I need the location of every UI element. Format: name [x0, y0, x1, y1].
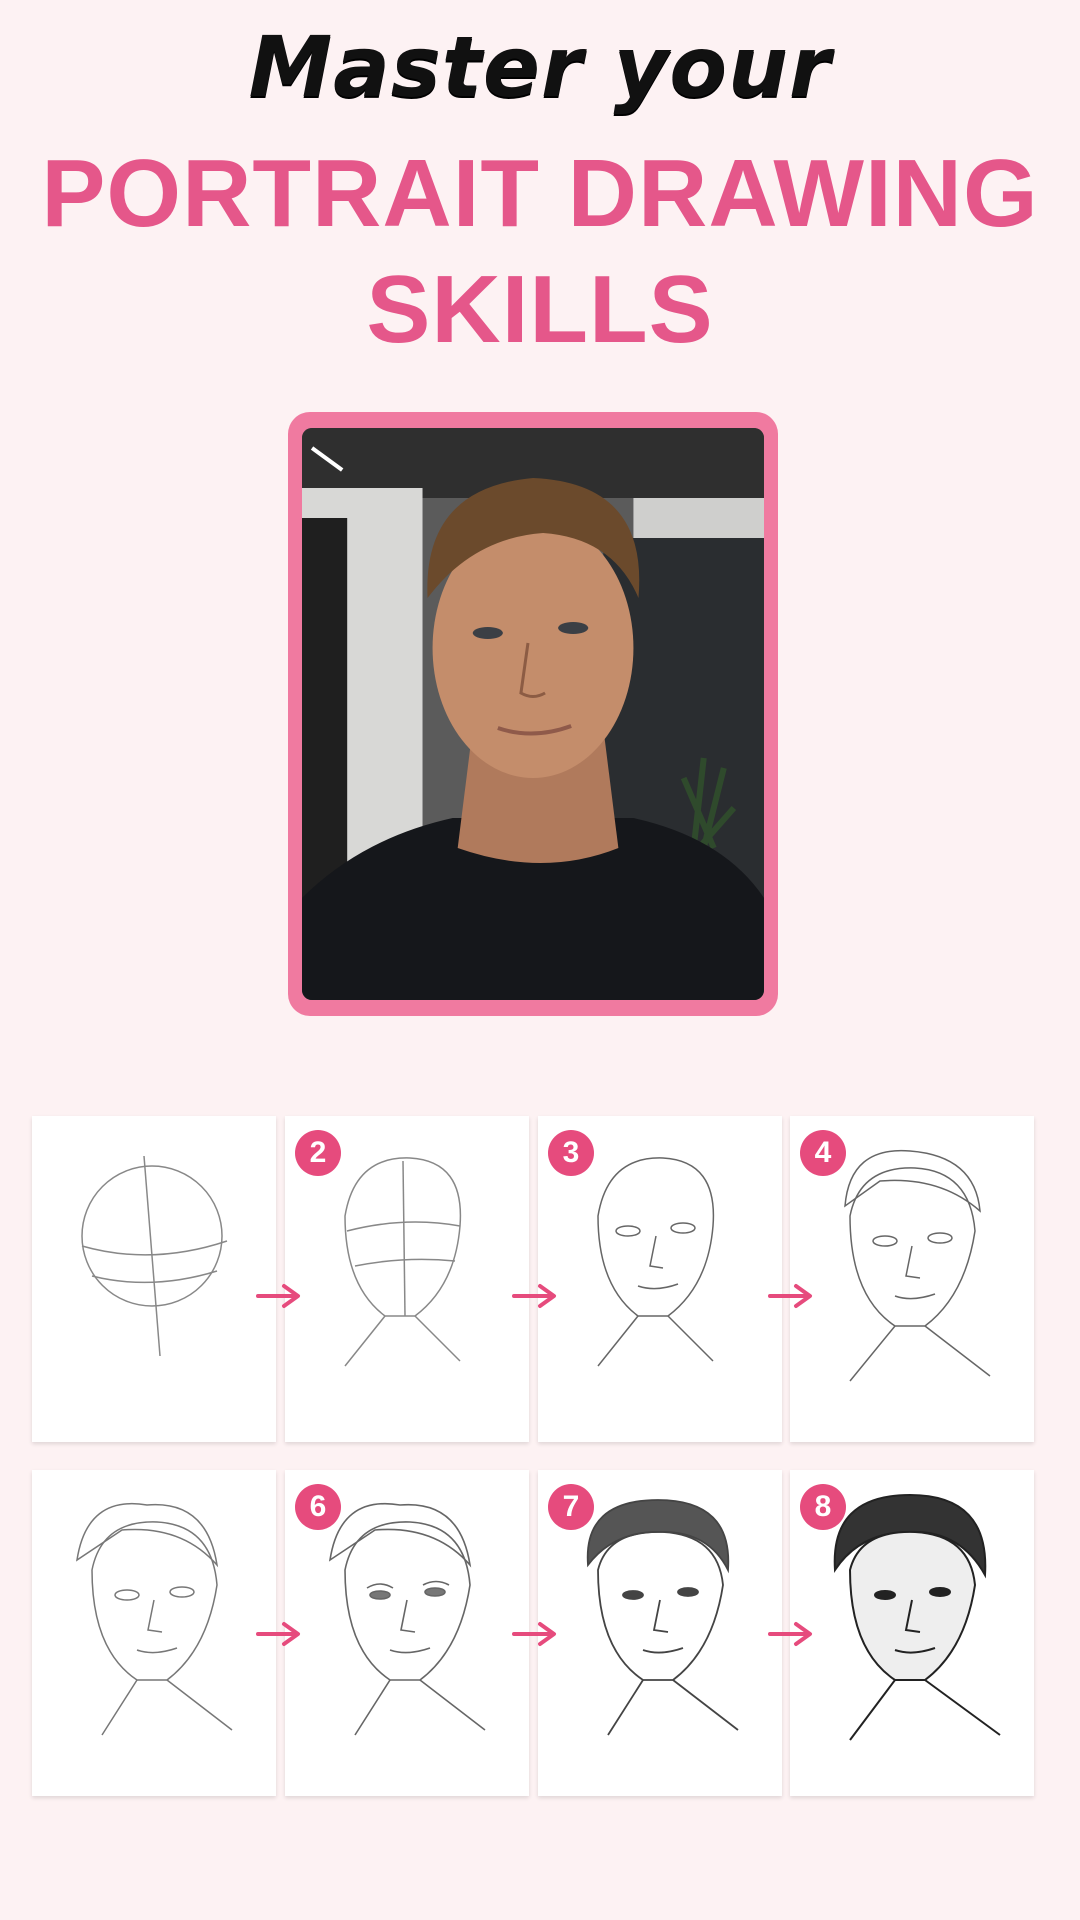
step-panel-6: 6 — [285, 1470, 529, 1796]
steps-row-2: 6 7 8 — [32, 1470, 1034, 1800]
arrow-right-icon — [766, 1281, 816, 1311]
step-badge: 3 — [548, 1130, 594, 1176]
step-panel-2: 2 — [285, 1116, 529, 1442]
step-panel-8: 8 — [790, 1470, 1034, 1796]
step-panel-4: 4 — [790, 1116, 1034, 1442]
step-panel-1 — [32, 1116, 276, 1442]
steps-row-1: 2 3 4 — [32, 1116, 1034, 1446]
step-badge: 4 — [800, 1130, 846, 1176]
arrow-right-icon — [766, 1619, 816, 1649]
step-panel-5 — [32, 1470, 276, 1796]
step-panel-7: 7 — [538, 1470, 782, 1796]
step-badge: 6 — [295, 1484, 341, 1530]
step-badge: 7 — [548, 1484, 594, 1530]
title-portrait-drawing: PORTRAIT DRAWING — [41, 140, 1039, 247]
arrow-right-icon — [254, 1281, 304, 1311]
step-badge: 8 — [800, 1484, 846, 1530]
title-skills: SKILLS — [366, 256, 714, 363]
arrow-right-icon — [510, 1281, 560, 1311]
arrow-right-icon — [254, 1619, 304, 1649]
arrow-right-icon — [510, 1619, 560, 1649]
step-badge: 2 — [295, 1130, 341, 1176]
reference-photo — [302, 428, 764, 1000]
title-master-your: Master your — [248, 18, 832, 116]
step-panel-3: 3 — [538, 1116, 782, 1442]
reference-photo-frame — [288, 412, 778, 1016]
